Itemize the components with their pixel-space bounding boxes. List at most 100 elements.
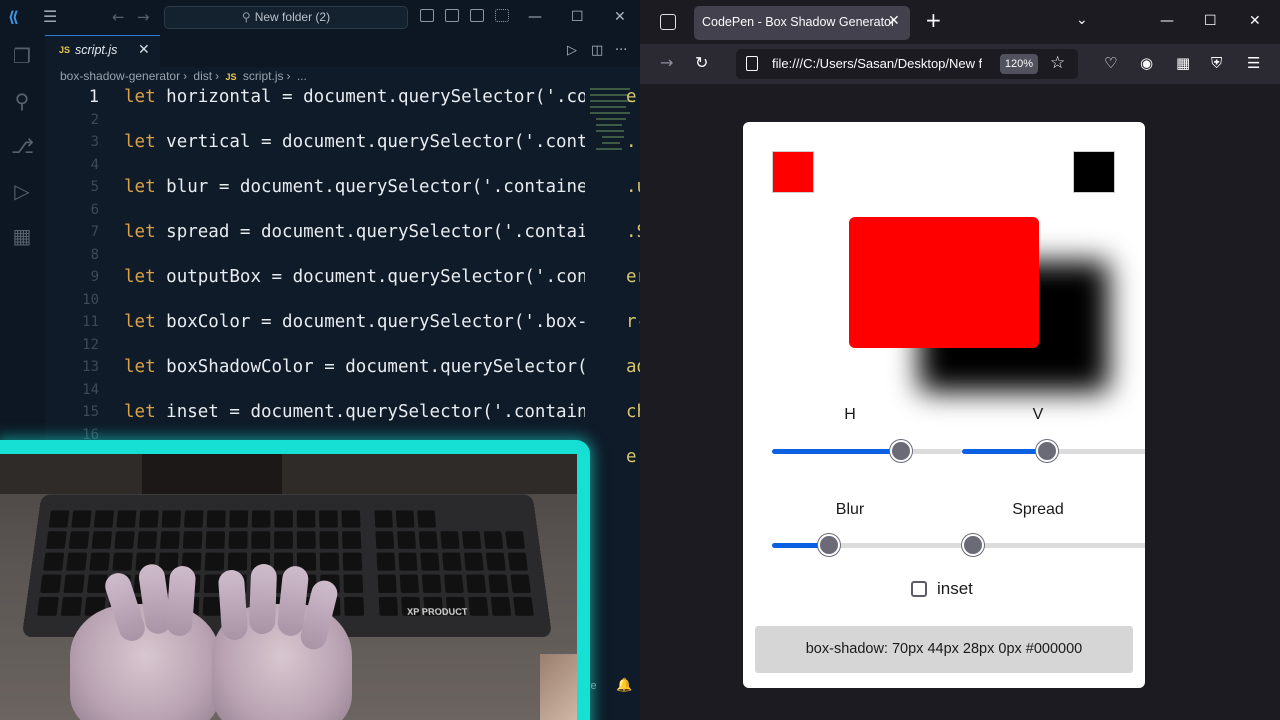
keyboard-key [139,510,159,527]
toggle-panel-icon[interactable] [445,9,459,22]
code-line[interactable]: 9 let outputBox = document.querySelector(… [45,266,585,288]
keyboard-key [417,510,436,527]
breadcrumb-item[interactable]: script.js [243,69,284,83]
hamburger-menu-icon[interactable]: ☰ [43,10,59,24]
notifications-bell-icon[interactable]: 🔔 [616,678,632,693]
command-center-search[interactable]: ⚲ New folder (2) [164,6,408,29]
slider-thumb[interactable] [1036,440,1058,462]
source-control-icon[interactable]: ⎇ [11,135,33,157]
explorer-icon[interactable]: ❐ [11,45,33,67]
slider-thumb[interactable] [962,534,984,556]
menu-icon[interactable]: ☰ [1247,54,1260,72]
breadcrumb-item[interactable]: dist [193,69,212,83]
v-slider[interactable] [962,440,1145,462]
minimize-icon[interactable]: — [528,8,542,26]
keyboard-key [398,553,417,571]
preview-box [849,217,1039,348]
js-file-icon: JS [59,45,70,55]
js-file-icon: JS [225,72,236,82]
tab-script-js[interactable]: JS script.js ✕ [45,35,160,67]
overflow-char: . [626,131,637,153]
keyboard-key [400,574,419,592]
keyboard-key [484,531,504,549]
search-icon[interactable]: ⚲ [11,90,33,112]
h-slider[interactable] [772,440,962,462]
blur-slider[interactable] [772,534,962,556]
code-line[interactable]: 2 [45,109,585,131]
breadcrumb-item[interactable]: box-shadow-generator [60,69,180,83]
code-text: let outputBox = document.querySelector('… [124,266,585,288]
code-line[interactable]: 1 let horizontal = document.querySelector… [45,86,585,108]
forward-arrow-icon[interactable]: → [660,54,673,72]
tab-codepen[interactable]: CodePen - Box Shadow Generator ✕ [694,6,910,40]
slider-track [962,543,1145,548]
customize-layout-icon[interactable] [495,9,509,22]
split-editor-icon[interactable]: ◫ [591,43,603,58]
webcam-background [0,454,577,494]
code-editor[interactable]: 1 let horizontal = document.querySelector… [45,86,585,446]
minimize-icon[interactable]: — [1160,12,1174,30]
zoom-level[interactable]: 120% [1000,54,1038,74]
keyboard-key [343,574,363,592]
code-line[interactable]: 13 let boxShadowColor = document.querySel… [45,356,585,378]
close-tab-icon[interactable]: ✕ [138,42,150,58]
code-line[interactable]: 5 let blur = document.querySelector('.con… [45,176,585,198]
maximize-icon[interactable]: ☐ [571,8,584,26]
editor-tabs: JS script.js ✕ ▷ ◫ ··· [45,35,640,67]
keyboard-key [228,553,247,571]
run-debug-icon[interactable]: ▷ [11,180,33,202]
close-tab-icon[interactable]: ✕ [888,13,900,29]
code-line[interactable]: 8 [45,244,585,266]
list-all-tabs-icon[interactable]: ⌄ [1076,12,1088,28]
code-line[interactable]: 7 let spread = document.querySelector('.c… [45,221,585,243]
more-actions-icon[interactable]: ··· [615,43,627,58]
reload-icon[interactable]: ↻ [695,54,708,72]
maximize-icon[interactable]: ☐ [1204,12,1217,30]
overflow-char: ad [626,356,640,378]
keyboard-key [396,510,415,527]
close-window-icon[interactable]: ✕ [1249,12,1261,30]
keyboard-key [462,531,482,549]
inset-checkbox[interactable] [911,581,927,597]
code-line[interactable]: 14 [45,379,585,401]
keyboard-key [116,510,136,527]
slider-thumb[interactable] [890,440,912,462]
tab-overview-icon[interactable] [660,14,676,30]
line-number: 8 [45,244,99,266]
extensions-icon[interactable]: ▦ [1176,54,1190,72]
spread-slider[interactable] [962,534,1145,556]
close-window-icon[interactable]: ✕ [614,8,626,26]
line-number: 5 [45,176,99,198]
new-tab-icon[interactable]: + [925,10,942,30]
box-color-picker[interactable] [772,151,814,193]
extensions-icon[interactable]: ▦ [11,225,33,247]
slider-thumb[interactable] [818,534,840,556]
code-line[interactable]: 3 let vertical = document.querySelector('… [45,131,585,153]
forward-arrow-icon[interactable]: → [137,9,150,25]
code-line[interactable]: 11 let boxColor = document.querySelector(… [45,311,585,333]
code-line[interactable]: 10 [45,289,585,311]
shadow-color-picker[interactable] [1073,151,1115,193]
back-arrow-icon[interactable]: ← [112,9,125,25]
toggle-secondary-sidebar-icon[interactable] [470,9,484,22]
overflow-char: .u [626,176,640,198]
keyboard-key [297,510,316,527]
toggle-sidebar-icon[interactable] [420,9,434,22]
code-line[interactable]: 4 [45,154,585,176]
code-line[interactable]: 15 let inset = document.querySelector('.c… [45,401,585,423]
keyboard-key [491,597,512,616]
account-icon[interactable]: ◉ [1140,54,1153,72]
screen: ⟪ ☰ ← → ⚲ New folder (2) — ☐ ✕ ❐ ⚲ ⎇ ▷ ▦ … [0,0,1280,720]
pocket-icon[interactable]: ♡ [1104,54,1117,72]
tab-title: CodePen - Box Shadow Generator [702,15,895,29]
breadcrumb-item[interactable]: ... [297,69,307,83]
code-line[interactable]: 12 [45,334,585,356]
url-bar[interactable]: file:///C:/Users/Sasan/Desktop/New fo 12… [736,49,1078,79]
code-text: let boxColor = document.querySelector('.… [124,311,585,333]
code-text: let vertical = document.querySelector('.… [124,131,585,153]
code-line[interactable]: 6 [45,199,585,221]
line-number: 2 [45,109,99,131]
bookmark-star-icon[interactable]: ☆ [1050,54,1065,72]
shield-icon[interactable]: ⛨ [1211,54,1222,72]
run-file-icon[interactable]: ▷ [567,43,577,58]
